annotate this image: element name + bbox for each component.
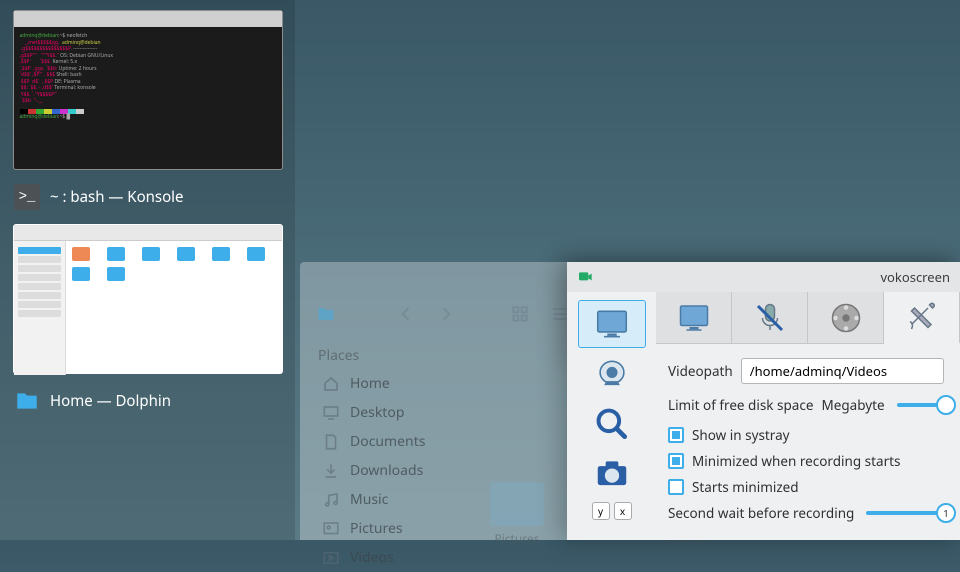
home-icon [322, 375, 340, 393]
forward-icon[interactable] [436, 304, 456, 324]
systray-label: Show in systray [692, 426, 790, 444]
terminal-icon: >_ [14, 184, 40, 210]
desktop-icon [322, 404, 340, 422]
task-switcher: adminq@debian:~$ neofetch _,met$$$$$gg. … [0, 0, 295, 540]
switcher-item-dolphin[interactable]: Home — Dolphin [8, 378, 287, 428]
switcher-label: Home — Dolphin [50, 391, 171, 411]
keyboard-hint: yx [567, 502, 656, 520]
disk-limit-label: Limit of free disk space [668, 396, 813, 414]
systray-checkbox[interactable] [668, 427, 684, 443]
place-documents[interactable]: Documents [310, 427, 468, 456]
second-wait-slider[interactable]: 1 [866, 511, 944, 515]
starts-minimized-checkbox[interactable] [668, 479, 684, 495]
place-downloads[interactable]: Downloads [310, 456, 468, 485]
sidebar: yx [567, 292, 656, 540]
tab-audio[interactable] [732, 292, 808, 343]
window-title: vokoscreen [601, 268, 950, 286]
places-header: Places [310, 342, 468, 369]
place-music[interactable]: Music [310, 485, 468, 514]
downloads-icon [322, 462, 340, 480]
sidebar-webcam-button[interactable] [578, 350, 646, 398]
folder-icon [316, 304, 336, 324]
sidebar-fullscreen-button[interactable] [578, 300, 646, 348]
titlebar[interactable]: vokoscreen [567, 262, 960, 292]
place-home[interactable]: Home [310, 369, 468, 398]
tab-settings[interactable] [884, 292, 960, 344]
disk-unit-label: Megabyte [821, 396, 884, 414]
tab-screen[interactable] [656, 292, 732, 343]
tab-bar [656, 292, 960, 344]
pictures-icon [322, 520, 340, 538]
thumbnail-dolphin[interactable] [13, 224, 283, 374]
switcher-label: ~ : bash — Konsole [50, 187, 184, 207]
folder-icon [14, 388, 40, 414]
starts-minimized-label: Starts minimized [692, 478, 799, 496]
place-desktop[interactable]: Desktop [310, 398, 468, 427]
place-videos[interactable]: Videos [310, 543, 468, 572]
sidebar-magnifier-button[interactable] [578, 400, 646, 448]
back-icon[interactable] [396, 304, 416, 324]
videopath-input[interactable] [741, 358, 944, 384]
videos-icon [322, 549, 340, 567]
tab-video[interactable] [808, 292, 884, 343]
music-icon [322, 491, 340, 509]
documents-icon [322, 433, 340, 451]
thumbnail-konsole[interactable]: adminq@debian:~$ neofetch _,met$$$$$gg. … [13, 10, 283, 170]
second-wait-label: Second wait before recording [668, 504, 854, 522]
icon-view-icon[interactable] [510, 304, 530, 324]
vokoscreen-window: vokoscreen yx [567, 262, 960, 540]
switcher-item-konsole[interactable]: >_ ~ : bash — Konsole [8, 174, 287, 224]
videopath-label: Videopath [668, 362, 733, 380]
settings-panel: Videopath Limit of free disk space Megab… [656, 344, 960, 522]
app-icon [577, 269, 593, 285]
sidebar-camera-button[interactable] [578, 450, 646, 498]
disk-limit-slider[interactable] [897, 403, 944, 407]
minimized-recording-label: Minimized when recording starts [692, 452, 901, 470]
minimized-recording-checkbox[interactable] [668, 453, 684, 469]
place-pictures[interactable]: Pictures [310, 514, 468, 543]
